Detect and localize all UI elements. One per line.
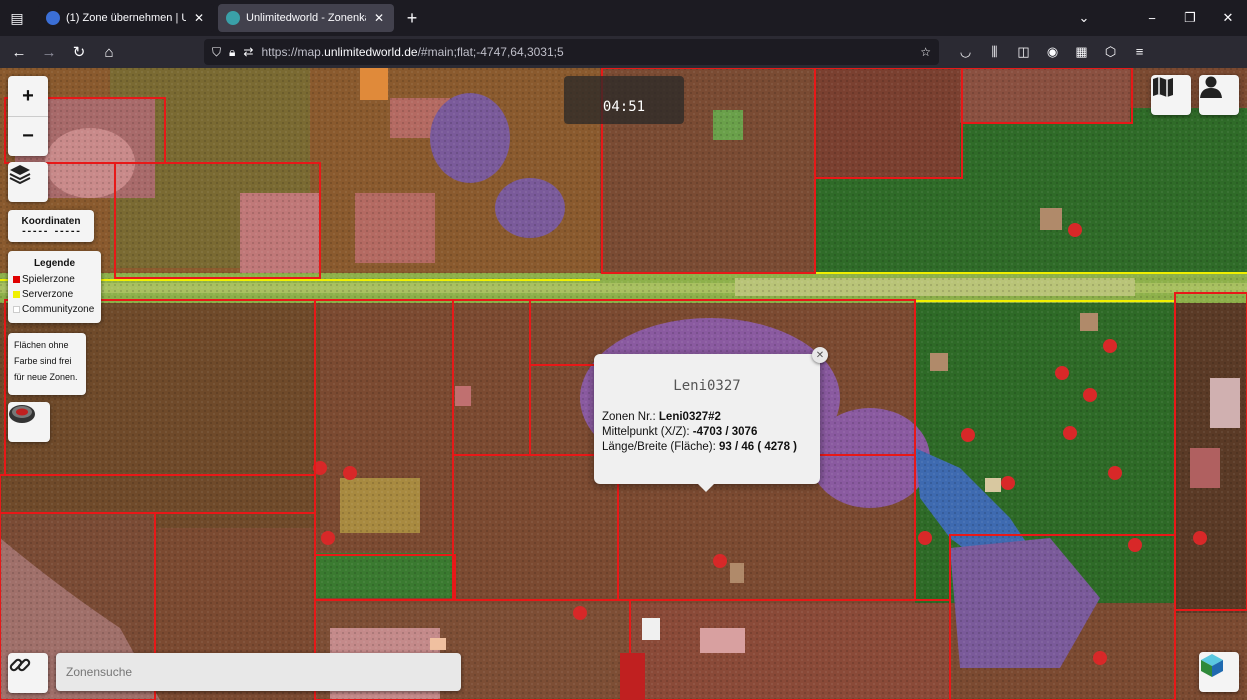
user-search-button[interactable] — [1199, 75, 1239, 115]
zone-info-popup: Leni0327 Zonen Nr.: Leni0327#2 Mittelpun… — [594, 354, 820, 492]
tab-title: (1) Zone übernehmen | Unlimited — [66, 12, 186, 24]
link-icon — [9, 658, 31, 672]
zone-map[interactable]: + − Koordinaten ----- ----- Legende Spie… — [0, 68, 1247, 700]
zoom-in-button[interactable]: + — [8, 76, 48, 116]
sidebar-icon[interactable]: ◫ — [1009, 44, 1038, 60]
url-text: https://map.unlimitedworld.de/#main;flat… — [261, 45, 564, 59]
close-tab-icon[interactable]: ✕ — [192, 11, 206, 25]
tab-zonenkarte[interactable]: Unlimitedworld - Zonenkarte ✕ — [218, 4, 394, 32]
tab-overflow-chevron-icon[interactable]: ⌄ — [1065, 10, 1103, 26]
permissions-icon[interactable]: ⇄ — [243, 45, 253, 59]
3d-view-button[interactable] — [1199, 652, 1239, 692]
close-tab-icon[interactable]: ✕ — [372, 11, 386, 25]
zone-number-row: Zonen Nr.: Leni0327#2 — [602, 411, 721, 423]
layers-icon — [9, 165, 31, 185]
favicon-icon — [46, 11, 60, 25]
legend-title: Legende — [33, 257, 76, 269]
bookmark-star-icon[interactable]: ☆ — [920, 45, 931, 59]
free-area-info: Flächen ohne Farbe sind frei für neue Zo… — [8, 333, 86, 395]
coordinates-title: Koordinaten — [21, 215, 81, 227]
minimize-icon[interactable]: − — [1133, 11, 1171, 26]
restore-icon[interactable]: ❐ — [1171, 10, 1209, 26]
shield-icon[interactable]: ⛉ — [212, 45, 221, 60]
menu-icon[interactable]: ≡ — [1125, 44, 1154, 60]
account-icon[interactable]: ◉ — [1038, 44, 1067, 60]
forward-icon[interactable]: → — [34, 37, 64, 67]
tab-title: Unlimitedworld - Zonenkarte — [246, 12, 366, 24]
server-time-display: 04:51 — [564, 76, 684, 124]
close-window-icon[interactable]: ✕ — [1209, 10, 1247, 26]
favicon-icon — [226, 11, 240, 25]
legend-item: Serverzone — [13, 287, 73, 302]
compass-icon — [9, 405, 35, 423]
coordinates-box: Koordinaten ----- ----- — [8, 210, 94, 242]
extension-icon[interactable]: ▦ — [1067, 44, 1096, 60]
user-icon — [1200, 76, 1222, 98]
zone-search-input[interactable] — [56, 653, 461, 691]
legend-box: Legende Spielerzone Serverzone Community… — [8, 251, 101, 323]
legend-item: Communityzone — [13, 302, 94, 317]
reload-icon[interactable]: ↻ — [64, 37, 94, 67]
home-icon[interactable]: ⌂ — [94, 37, 124, 67]
player-zone-swatch — [13, 275, 20, 283]
share-link-button[interactable] — [8, 653, 48, 693]
pocket-icon[interactable]: ◡ — [951, 44, 980, 60]
library-icon[interactable]: ⫼ — [980, 44, 1009, 60]
browser-nav-bar: ← → ↻ ⌂ ⛉ 🔒︎ ⇄ https://map.unlimitedworl… — [0, 36, 1247, 68]
popup-close-icon[interactable]: ✕ — [812, 347, 828, 363]
zone-size-row: Länge/Breite (Fläche): 93 / 46 ( 4278 ) — [602, 441, 797, 453]
browser-tab-bar: ▤ (1) Zone übernehmen | Unlimited ✕ Unli… — [0, 0, 1247, 36]
community-zone-swatch — [13, 305, 20, 313]
zoom-out-button[interactable]: − — [8, 116, 48, 156]
cube-icon — [1201, 654, 1223, 677]
coordinates-value: ----- ----- — [21, 226, 81, 237]
map-view-button[interactable] — [1151, 75, 1191, 115]
new-tab-icon[interactable]: + — [398, 4, 426, 32]
extensions-puzzle-icon[interactable]: ⬡ — [1096, 44, 1125, 60]
zone-center-row: Mittelpunkt (X/Z): -4703 / 3076 — [602, 426, 758, 438]
zone-owner-name: Leni0327 — [673, 378, 741, 394]
zone-search-box — [56, 653, 461, 691]
layers-button[interactable] — [8, 162, 48, 202]
toolbar-right: ◡ ⫼ ◫ ◉ ▦ ⬡ ≡ — [951, 44, 1154, 60]
window-controls: ⌄ − ❐ ✕ — [1065, 10, 1247, 26]
url-bar[interactable]: ⛉ 🔒︎ ⇄ https://map.unlimitedworld.de/#ma… — [204, 39, 939, 65]
back-icon[interactable]: ← — [4, 37, 34, 67]
zoom-control: + − — [8, 76, 48, 156]
legend-item: Spielerzone — [13, 272, 75, 287]
locate-button[interactable] — [8, 402, 50, 442]
tab-list-icon[interactable]: ▤ — [0, 0, 34, 36]
server-zone-swatch — [13, 290, 20, 298]
tab-zone-uebernehmen[interactable]: (1) Zone übernehmen | Unlimited ✕ — [38, 4, 214, 32]
lock-icon[interactable]: 🔒︎ — [229, 45, 235, 60]
map-icon — [1153, 77, 1173, 97]
